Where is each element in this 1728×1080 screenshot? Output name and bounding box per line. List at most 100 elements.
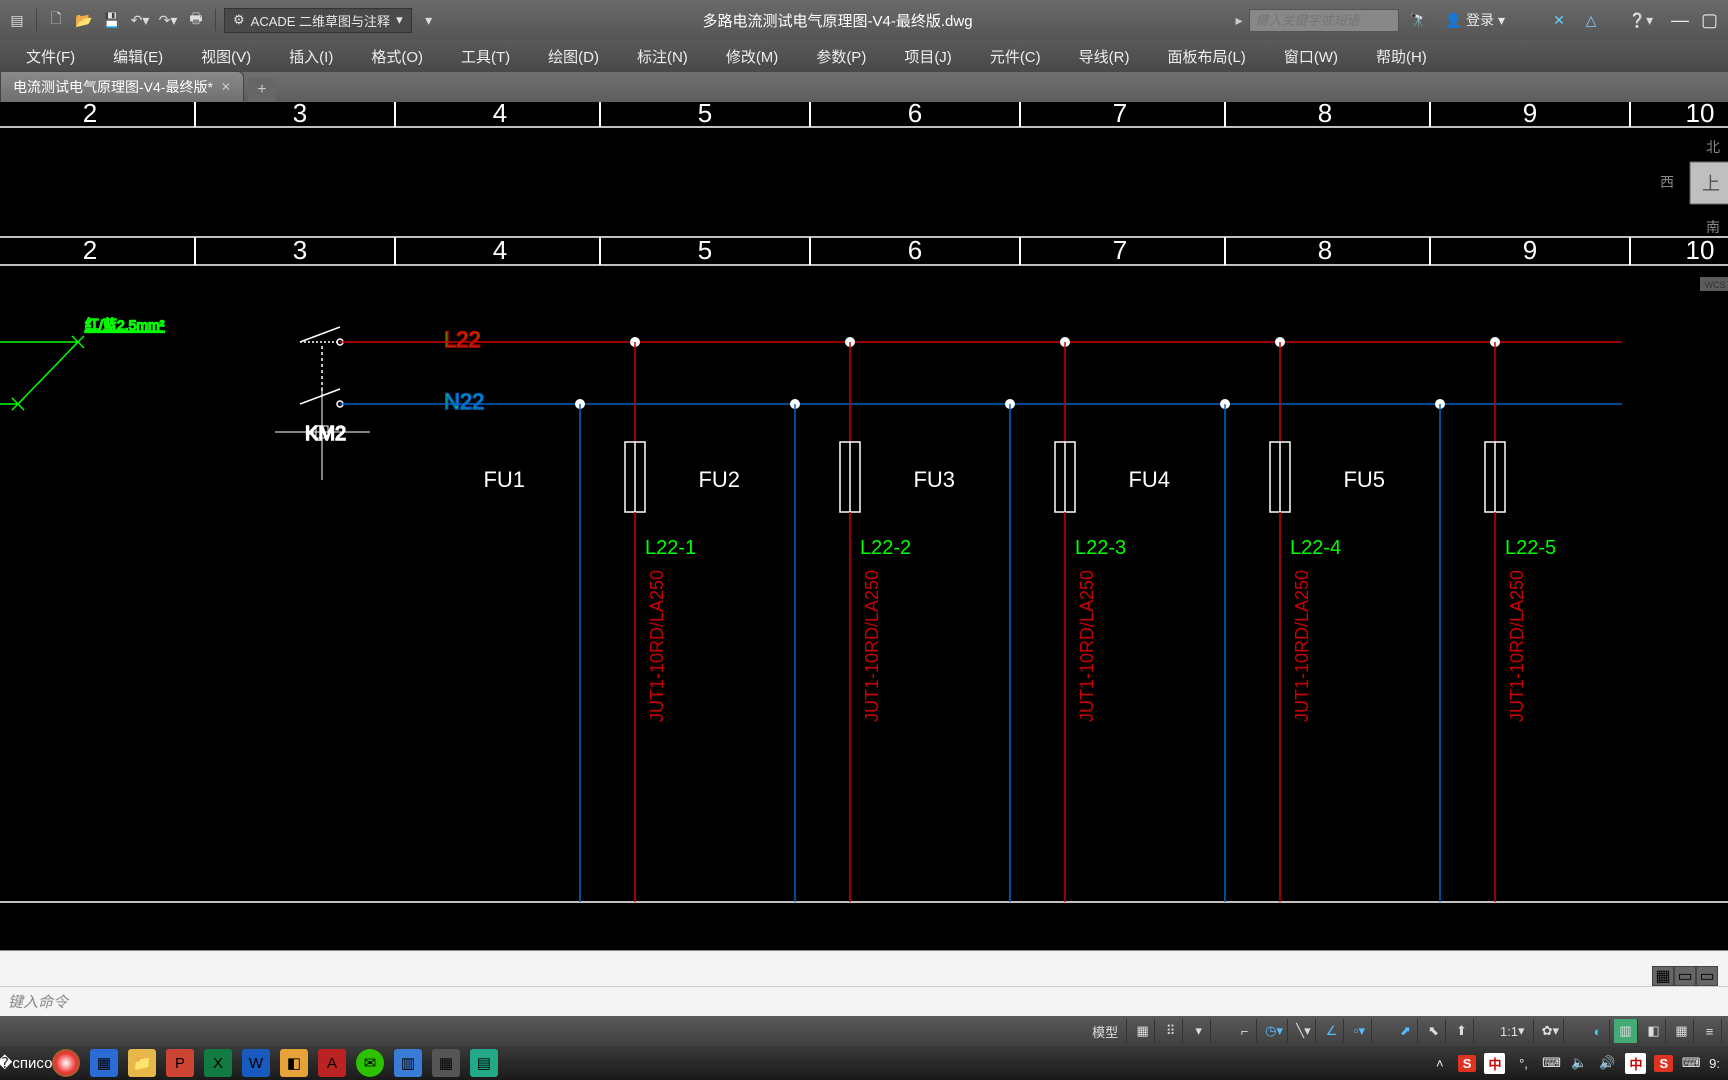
menu-bar: 文件(F) 编辑(E) 视图(V) 插入(I) 格式(O) 工具(T) 绘图(D… — [0, 40, 1728, 72]
svg-text:WCS: WCS — [1705, 280, 1726, 290]
ime-lang-badge[interactable]: 中 — [1484, 1053, 1505, 1074]
command-history[interactable] — [0, 951, 1728, 986]
add-tab-button[interactable]: + — [248, 78, 276, 102]
menu-window[interactable]: 窗口(W) — [1266, 42, 1356, 71]
sogou-icon-2[interactable]: S — [1654, 1055, 1673, 1072]
cycling-icon[interactable]: ⬆ — [1450, 1019, 1474, 1043]
word-icon[interactable]: W — [242, 1049, 270, 1077]
autocad-icon[interactable]: A — [318, 1049, 346, 1077]
sogou-ime-icon[interactable]: S — [1458, 1055, 1477, 1072]
chrome-icon[interactable] — [52, 1049, 80, 1077]
menu-insert[interactable]: 插入(I) — [271, 42, 351, 71]
exchange-icon[interactable]: ✕ — [1547, 8, 1571, 32]
quick-access-toolbar: ▤ 🗋 📂 💾 ↶▾ ↷▾ 🖶 ⚙ ACADE 二维草图与注释 ▾ ▾ — [0, 8, 446, 33]
command-input[interactable]: 键入命令 — [0, 986, 1728, 1016]
start-button[interactable]: �список — [14, 1049, 42, 1077]
app-menu-icon[interactable]: ▤ — [6, 9, 28, 31]
redo-icon[interactable]: ↷▾ — [157, 9, 179, 31]
app-icon-3d[interactable]: ◧ — [280, 1049, 308, 1077]
document-tabs: 电流测试电气原理图-V4-最终版* ✕ + — [0, 72, 1728, 102]
menu-wire[interactable]: 导线(R) — [1061, 42, 1148, 71]
svg-text:红/蓝2.5mm²: 红/蓝2.5mm² — [85, 317, 165, 333]
menu-modify[interactable]: 修改(M) — [708, 42, 797, 71]
powerpoint-icon[interactable]: P — [166, 1049, 194, 1077]
print-icon[interactable]: 🖶 — [185, 9, 207, 31]
open-icon[interactable]: 📂 — [73, 9, 95, 31]
model-space-button[interactable]: 模型 — [1084, 1019, 1127, 1043]
hardware-accel-icon[interactable]: ◧ — [1642, 1019, 1666, 1043]
dropdown-icon[interactable]: ▾ — [1187, 1019, 1211, 1043]
menu-view[interactable]: 视图(V) — [183, 42, 269, 71]
command-area: 键入命令 — [0, 950, 1728, 1016]
gear-icon[interactable]: ✿▾ — [1538, 1019, 1564, 1043]
menu-edit[interactable]: 编辑(E) — [95, 42, 181, 71]
menu-param[interactable]: 参数(P) — [798, 42, 884, 71]
app-icon-blue[interactable]: ▥ — [394, 1049, 422, 1077]
menu-tools[interactable]: 工具(T) — [443, 42, 528, 71]
ortho-icon[interactable]: ⌐ — [1233, 1019, 1257, 1043]
snap-icon[interactable]: ⠿ — [1159, 1019, 1183, 1043]
quickprops-icon[interactable]: ◐ — [1586, 1019, 1610, 1043]
menu-project[interactable]: 项目(J) — [886, 42, 970, 71]
excel-icon[interactable]: X — [204, 1049, 232, 1077]
maximize-button[interactable]: ▢ — [1701, 10, 1718, 31]
menu-panel[interactable]: 面板布局(L) — [1149, 42, 1263, 71]
wechat-icon[interactable]: ✉ — [356, 1049, 384, 1077]
a360-icon[interactable]: △ — [1579, 8, 1603, 32]
svg-text:上: 上 — [1702, 174, 1720, 194]
search-input[interactable] — [1249, 9, 1399, 32]
chevron-down-icon: ▾ — [1498, 12, 1505, 29]
drawing-canvas[interactable]: 2 3 4 5 6 7 8 9 10 2 3 4 5 6 7 8 9 10 北 … — [0, 102, 1728, 950]
window-controls: — ▢ — [1661, 10, 1728, 31]
layout1-tab-icon[interactable]: ▭ — [1674, 966, 1696, 986]
menu-component[interactable]: 元件(C) — [972, 42, 1059, 71]
isolate-icon[interactable]: ▦ — [1670, 1019, 1694, 1043]
isodraft-icon[interactable]: ╲▾ — [1292, 1019, 1316, 1043]
login-button[interactable]: 👤 登录 ▾ — [1439, 10, 1511, 30]
qat-dropdown-icon[interactable]: ▾ — [418, 9, 440, 31]
grid-icon[interactable]: ▦ — [1131, 1019, 1155, 1043]
close-icon[interactable]: ✕ — [221, 80, 231, 94]
doc-tab-active[interactable]: 电流测试电气原理图-V4-最终版* ✕ — [0, 71, 244, 102]
3dosnap-icon[interactable]: ▫▾ — [1348, 1019, 1372, 1043]
menu-format[interactable]: 格式(O) — [353, 42, 441, 71]
layout2-tab-icon[interactable]: ▭ — [1696, 966, 1718, 986]
battery-icon[interactable]: 🔈 — [1569, 1053, 1589, 1073]
menu-file[interactable]: 文件(F) — [8, 42, 93, 71]
svg-text:FU3: FU3 — [913, 467, 955, 492]
lang-indicator[interactable]: 中 — [1625, 1053, 1646, 1074]
svg-text:L22-1: L22-1 — [645, 537, 696, 559]
binoculars-icon[interactable]: 🔭 — [1407, 8, 1431, 32]
menu-dim[interactable]: 标注(N) — [619, 42, 706, 71]
lineweight-icon[interactable]: ⬈ — [1394, 1019, 1418, 1043]
svg-text:9: 9 — [1523, 235, 1537, 265]
transparency-icon[interactable]: ⬉ — [1422, 1019, 1446, 1043]
save-icon[interactable]: 💾 — [101, 9, 123, 31]
units-icon[interactable]: ▥ — [1614, 1019, 1638, 1043]
clock[interactable]: 9: — [1709, 1056, 1720, 1071]
menu-help[interactable]: 帮助(H) — [1358, 42, 1445, 71]
doc-title-dropdown[interactable]: ▸ — [1229, 12, 1248, 29]
volume-icon[interactable]: 🔊 — [1597, 1053, 1617, 1073]
workspace-dropdown[interactable]: ⚙ ACADE 二维草图与注释 ▾ — [224, 8, 412, 33]
explorer-icon[interactable]: 📁 — [128, 1049, 156, 1077]
app-icon-1[interactable]: ▦ — [90, 1049, 118, 1077]
customize-icon[interactable]: ≡ — [1698, 1019, 1722, 1043]
svg-text:9: 9 — [1523, 102, 1537, 128]
tray-expand-icon[interactable]: ˄ — [1430, 1053, 1450, 1073]
undo-icon[interactable]: ↶▾ — [129, 9, 151, 31]
annotation-scale[interactable]: 1:1▾ — [1492, 1019, 1534, 1043]
document-title: 多路电流测试电气原理图-V4-最终版.dwg — [446, 10, 1230, 31]
app-icon-teal[interactable]: ▤ — [470, 1049, 498, 1077]
ime-keyboard-icon[interactable]: ⌨ — [1541, 1053, 1561, 1073]
app-icon-grey[interactable]: ▦ — [432, 1049, 460, 1077]
osnap-icon[interactable]: ∠ — [1320, 1019, 1344, 1043]
minimize-button[interactable]: — — [1671, 10, 1689, 31]
new-icon[interactable]: 🗋 — [45, 9, 67, 31]
help-icon[interactable]: ❔▾ — [1629, 8, 1653, 32]
model-tab-icon[interactable]: ▦ — [1652, 966, 1674, 986]
keyboard-icon[interactable]: ⌨ — [1681, 1053, 1701, 1073]
menu-draw[interactable]: 绘图(D) — [530, 42, 617, 71]
polar-icon[interactable]: ◷▾ — [1261, 1019, 1288, 1043]
ime-mode-icon[interactable]: °, — [1513, 1053, 1533, 1073]
